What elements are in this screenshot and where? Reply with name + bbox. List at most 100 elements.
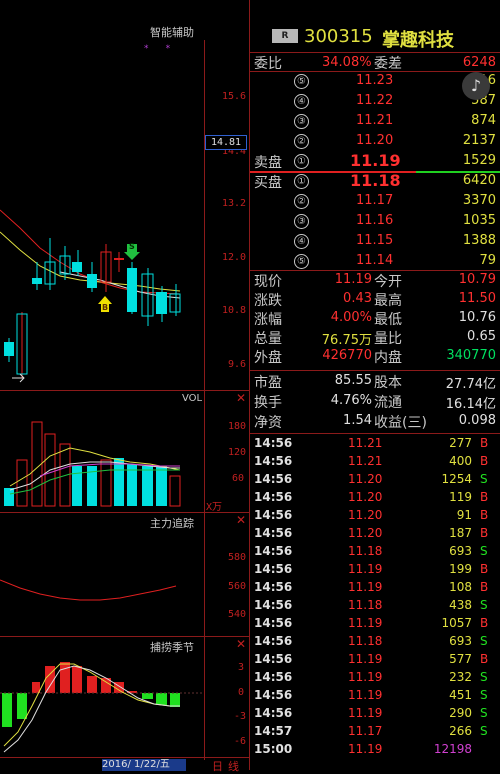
- trade-volume: 91: [456, 508, 472, 522]
- quote-label: 内盘: [374, 350, 402, 366]
- trade-time: 14:56: [254, 490, 293, 504]
- trade-list[interactable]: 14:56 11.21 277 B 14:56 11.21 400 B 14:56 11.20 12…: [250, 435, 500, 759]
- sell-price: 11.22: [356, 93, 394, 108]
- trade-volume: 12198: [433, 742, 472, 756]
- fin-label: 换手: [254, 395, 282, 411]
- quote-label: 最低: [374, 312, 402, 328]
- trade-time: 14:56: [254, 706, 293, 720]
- trade-price: 11.19: [348, 670, 383, 684]
- trade-price: 11.20: [348, 472, 383, 486]
- vol-unit-label: X万: [206, 502, 223, 513]
- trade-row: 14:57 11.17 266 S: [250, 723, 500, 741]
- weicha-value: 6248: [462, 55, 496, 70]
- trade-price: 11.21: [348, 436, 383, 450]
- trade-price: 11.20: [348, 508, 383, 522]
- trade-side: B: [480, 436, 489, 450]
- quote-value: 340770: [446, 348, 496, 363]
- trade-time: 14:56: [254, 454, 293, 468]
- trade-price: 11.19: [348, 706, 383, 720]
- trade-side: B: [480, 652, 489, 666]
- trade-side: B: [480, 508, 489, 522]
- buy-level: ④: [294, 234, 309, 249]
- trade-volume: 290: [449, 706, 472, 720]
- vol-close-icon[interactable]: ✕: [236, 391, 246, 405]
- price-axis-label: 9.6: [228, 359, 247, 370]
- trade-price: 11.19: [348, 562, 383, 576]
- trade-side: B: [480, 580, 489, 594]
- trade-row: 14:56 11.20 91 B: [250, 507, 500, 525]
- trade-row: 14:56 11.18 693 S: [250, 543, 500, 561]
- weibi-value: 34.08%: [322, 55, 372, 70]
- price-axis-label: 13.2: [222, 198, 247, 209]
- buy-volume: 6420: [462, 173, 496, 188]
- price-candles: [0, 209, 181, 383]
- trade-volume: 1057: [441, 616, 472, 630]
- zhuli-axis-label: 560: [228, 581, 247, 592]
- fin-label: 收益(三): [374, 415, 427, 431]
- season-axis-label: -3: [234, 711, 247, 722]
- quote-value: 4.00%: [330, 310, 372, 325]
- quote-value: 11.19: [334, 272, 372, 287]
- trade-side: S: [480, 634, 488, 648]
- trade-price: 11.19: [348, 742, 383, 756]
- quote-value: 0.43: [343, 291, 372, 306]
- trade-time: 14:56: [254, 544, 293, 558]
- trade-time: 15:00: [254, 742, 293, 756]
- buy-price: 11.18: [350, 171, 401, 190]
- trade-row: 14:56 11.20 1254 S: [250, 471, 500, 489]
- stock-badge[interactable]: R: [272, 29, 298, 43]
- season-axis-label: 0: [238, 687, 245, 698]
- fin-label: 市盈: [254, 375, 282, 391]
- sell-volume: 1529: [462, 153, 496, 168]
- candle: [4, 342, 14, 356]
- trade-row: 15:00 11.19 12198: [250, 741, 500, 759]
- trade-time: 14:56: [254, 652, 293, 666]
- trade-time: 14:56: [254, 526, 293, 540]
- trade-side: S: [480, 472, 488, 486]
- sell-price: 11.19: [350, 151, 401, 170]
- weicha-label: 委差: [374, 56, 402, 72]
- quote-label: 今开: [374, 274, 402, 290]
- trade-price: 11.18: [348, 598, 383, 612]
- trade-volume: 199: [449, 562, 472, 576]
- trade-side: S: [480, 544, 488, 558]
- trade-volume: 1254: [441, 472, 472, 486]
- trade-price: 11.18: [348, 634, 383, 648]
- trade-row: 14:56 11.19 108 B: [250, 579, 500, 597]
- current-price-box: 14.81: [205, 135, 247, 150]
- volume-bars: [4, 421, 181, 507]
- tab-day[interactable]: 日: [212, 758, 223, 774]
- fin-value: 0.098: [458, 413, 496, 428]
- trade-price: 11.20: [348, 490, 383, 504]
- season-close-icon[interactable]: ✕: [236, 637, 246, 651]
- sell-volume: 874: [471, 113, 496, 128]
- trade-time: 14:56: [254, 616, 293, 630]
- zhuli-line: [0, 579, 177, 601]
- trade-row: 14:56 11.20 119 B: [250, 489, 500, 507]
- candle: [32, 278, 42, 284]
- sell-price: 11.20: [356, 133, 394, 148]
- fin-value: 27.74亿: [445, 377, 496, 392]
- trade-time: 14:56: [254, 436, 293, 450]
- buy-volume: 79: [479, 253, 496, 268]
- trade-time: 14:56: [254, 472, 293, 486]
- weibi-label: 委比: [254, 56, 282, 72]
- tab-line[interactable]: 线: [228, 758, 239, 774]
- trade-row: 14:56 11.20 187 B: [250, 525, 500, 543]
- sell-signal-label: S: [129, 242, 135, 251]
- candle: [114, 258, 124, 260]
- fin-label: 股本: [374, 375, 402, 391]
- sell-volume: 2137: [462, 133, 496, 148]
- zhuli-axis-label: 540: [228, 609, 247, 620]
- trade-row: 14:56 11.21 400 B: [250, 453, 500, 471]
- zhuli-close-icon[interactable]: ✕: [236, 513, 246, 527]
- trade-row: 14:56 11.19 1057 B: [250, 615, 500, 633]
- trade-row: 14:56 11.19 577 B: [250, 651, 500, 669]
- music-note-icon[interactable]: ♪: [462, 72, 490, 100]
- kline-chart-area[interactable]: 智能辅助 * * 15.6 14.4 13.2 12.0 10.8 9.6 14…: [0, 0, 250, 773]
- trade-time: 14:56: [254, 670, 293, 684]
- quote-label: 涨跌: [254, 293, 282, 309]
- trade-side: S: [480, 670, 488, 684]
- quote-value: 10.76: [458, 310, 496, 325]
- quote-value: 426770: [322, 348, 372, 363]
